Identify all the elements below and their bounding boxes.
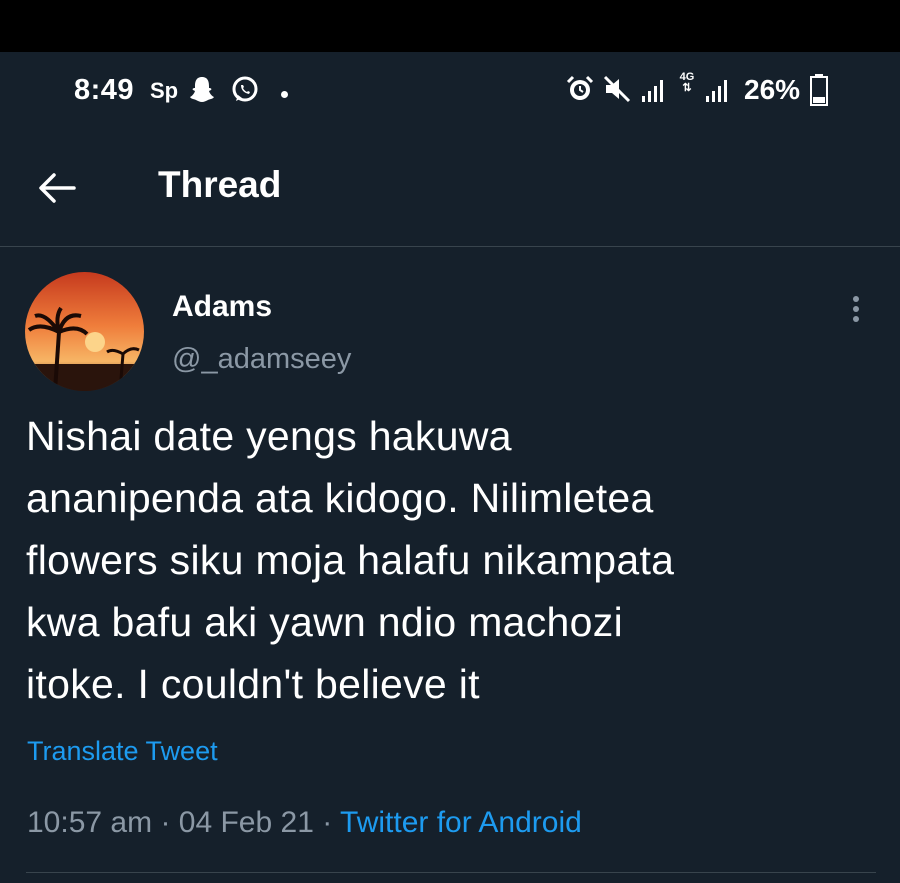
tweet-source-link[interactable]: Twitter for Android bbox=[340, 806, 582, 839]
more-options-button[interactable] bbox=[836, 290, 876, 330]
alarm-icon bbox=[565, 74, 595, 109]
separator-dot: · bbox=[160, 806, 171, 839]
mute-icon bbox=[602, 74, 632, 109]
tweet-text-line: flowers siku moja halafu nikampata bbox=[26, 537, 675, 583]
tweet-metadata: 10:57 am · 04 Feb 21 · Twitter for Andro… bbox=[27, 806, 582, 840]
top-black-bar bbox=[0, 0, 900, 52]
battery-icon bbox=[810, 74, 828, 111]
tweet-date: 04 Feb 21 bbox=[178, 806, 314, 839]
tweet-time: 10:57 am bbox=[27, 806, 153, 839]
notification-dot-icon bbox=[281, 91, 288, 98]
tweet-text-line: ananipenda ata kidogo. Nilimletea bbox=[26, 475, 654, 521]
divider bbox=[26, 872, 876, 873]
separator-dot: · bbox=[322, 806, 333, 839]
snapchat-icon bbox=[187, 74, 217, 109]
status-bar: 8:49 Sp 4G ⇅ 26% bbox=[0, 52, 900, 132]
status-time: 8:49 bbox=[74, 74, 135, 106]
translate-tweet-link[interactable]: Translate Tweet bbox=[27, 736, 218, 767]
more-vertical-icon bbox=[836, 296, 876, 334]
signal-icon-2 bbox=[706, 80, 732, 107]
signal-icon bbox=[642, 80, 668, 107]
tweet-text-line: Nishai date yengs hakuwa bbox=[26, 413, 512, 459]
avatar[interactable] bbox=[25, 272, 144, 391]
tweet-text-line: kwa bafu aki yawn ndio machozi bbox=[26, 599, 623, 645]
status-carrier: Sp bbox=[150, 78, 179, 103]
tweet-text: Nishai date yengs hakuwa ananipenda ata … bbox=[26, 405, 876, 715]
arrow-left-icon bbox=[36, 173, 80, 214]
tweet-text-line: itoke. I couldn't believe it bbox=[26, 661, 480, 707]
network-type-icon: 4G ⇅ bbox=[679, 71, 695, 94]
thread-header: Thread bbox=[0, 134, 900, 247]
author-handle[interactable]: @_adamseey bbox=[172, 343, 351, 376]
back-button[interactable] bbox=[36, 166, 88, 210]
network-type-label: 4G bbox=[679, 71, 695, 83]
author-display-name[interactable]: Adams bbox=[172, 290, 272, 324]
page-title: Thread bbox=[158, 164, 282, 205]
whatsapp-icon bbox=[229, 74, 261, 111]
battery-percentage: 26% bbox=[744, 74, 801, 105]
